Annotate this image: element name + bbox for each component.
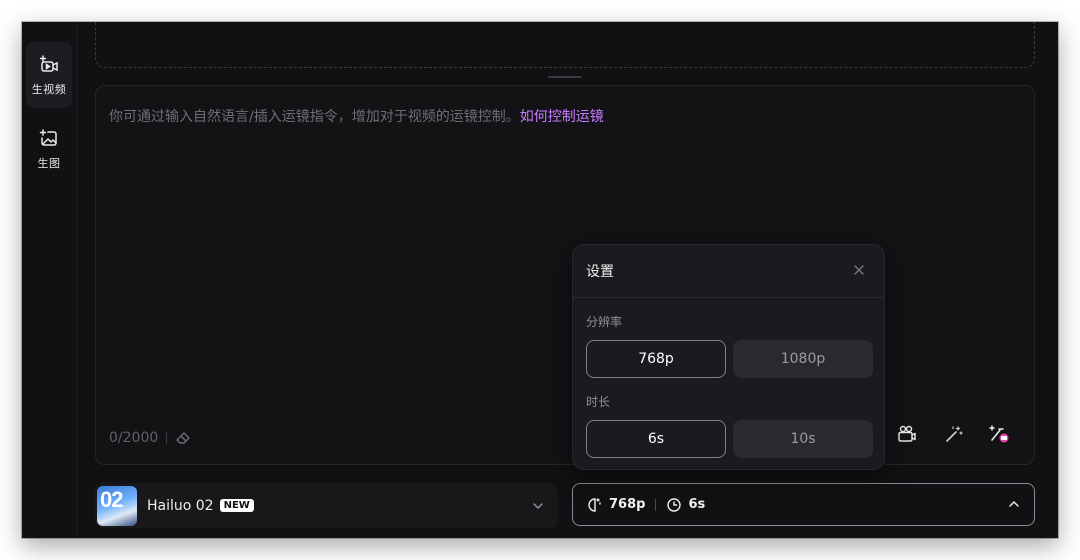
upload-area[interactable] — [95, 22, 1035, 68]
duration-summary: 6s — [666, 497, 705, 513]
magic-wand-icon[interactable] — [941, 421, 967, 447]
divider — [655, 498, 657, 511]
char-count: 0/2000 — [109, 430, 159, 446]
prompt-input-area[interactable]: 你可通过输入自然语言/插入运镜指令，增加对于视频的运镜控制。如何控制运镜 0/2… — [95, 85, 1035, 465]
close-icon[interactable] — [853, 264, 865, 280]
chevron-up-icon — [1008, 498, 1020, 510]
sidebar-item-image[interactable]: 生图 — [26, 116, 72, 182]
image-add-icon — [39, 129, 59, 151]
char-counter: 0/2000 — [109, 430, 191, 446]
resolution-summary: 768p — [587, 497, 645, 513]
model-selector[interactable]: 02 Hailuo 02 NEW — [95, 483, 558, 528]
settings-popup-title: 设置 — [586, 264, 614, 280]
eraser-icon[interactable] — [175, 431, 191, 445]
prompt-placeholder-text: 你可通过输入自然语言/插入运镜指令，增加对于视频的运镜控制。 — [109, 109, 520, 125]
resolution-value: 768p — [609, 497, 646, 512]
sidebar-item-label: 生视频 — [31, 83, 67, 96]
model-thumbnail-text: 02 — [100, 486, 124, 512]
camera-control-help-link[interactable]: 如何控制运镜 — [520, 109, 604, 125]
resolution-icon — [587, 497, 603, 513]
app-window: 生视频 生图 你可通过输入自然语言/插入运镜指令，增加对于视频的运镜控制。如何控… — [22, 22, 1058, 538]
clock-icon — [666, 497, 682, 513]
resize-handle[interactable] — [548, 76, 582, 78]
duration-value: 6s — [688, 497, 706, 512]
prompt-enhance-icon[interactable] — [987, 421, 1013, 447]
divider — [166, 432, 168, 444]
settings-popup: 设置 分辨率 768p 1080p 时长 6s 10s — [572, 244, 885, 470]
new-badge: NEW — [219, 499, 254, 512]
model-thumbnail: 02 — [97, 485, 137, 526]
sidebar: 生视频 生图 — [22, 22, 77, 538]
settings-toggle-button[interactable]: 768p 6s — [572, 483, 1035, 526]
duration-option-6s[interactable]: 6s — [586, 420, 726, 458]
resolution-label: 分辨率 — [586, 315, 623, 329]
chevron-down-icon — [532, 497, 544, 516]
duration-label: 时长 — [586, 395, 611, 409]
sidebar-item-video[interactable]: 生视频 — [26, 42, 72, 108]
prompt-placeholder[interactable]: 你可通过输入自然语言/插入运镜指令，增加对于视频的运镜控制。如何控制运镜 — [109, 106, 604, 126]
resolution-option-1080p[interactable]: 1080p — [733, 340, 873, 378]
camera-movement-icon[interactable] — [894, 421, 920, 447]
resolution-option-768p[interactable]: 768p — [586, 340, 726, 378]
settings-popup-header: 设置 — [573, 245, 884, 298]
duration-option-10s[interactable]: 10s — [733, 420, 873, 458]
model-name: Hailuo 02 — [147, 497, 214, 514]
sidebar-item-label: 生图 — [37, 157, 61, 170]
video-add-icon — [39, 55, 59, 77]
